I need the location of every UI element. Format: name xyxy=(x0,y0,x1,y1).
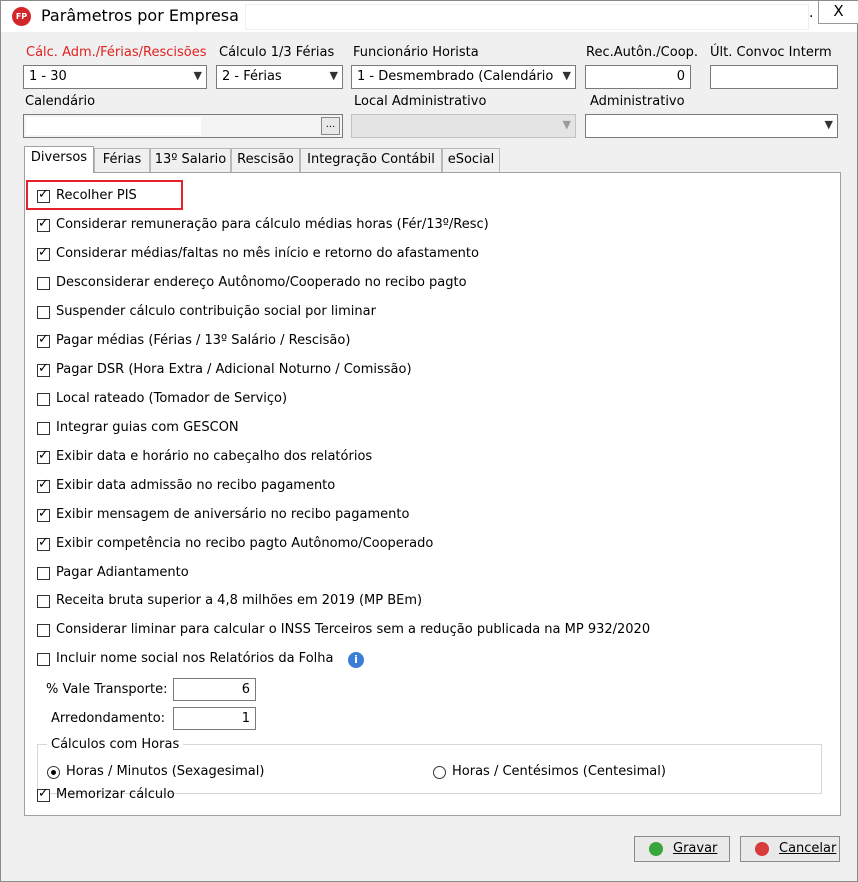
calc-terco-value: 2 - Férias xyxy=(222,69,282,84)
calc-adm-select[interactable]: 1 - 30 ▼ xyxy=(23,65,207,89)
title-redacted-area xyxy=(245,4,809,30)
rec-auton-value: 0 xyxy=(676,69,685,84)
cancelar-button[interactable]: Cancelar xyxy=(740,836,840,862)
checkbox-box[interactable] xyxy=(37,786,50,802)
tab-rescisao[interactable]: Rescisão xyxy=(231,148,300,172)
cancel-circle-icon xyxy=(755,842,769,856)
checkbox-label: Considerar remuneração para cálculo médi… xyxy=(56,217,489,232)
checkbox-box[interactable] xyxy=(37,477,50,493)
chevron-down-icon: ▼ xyxy=(562,69,571,82)
checkbox-box[interactable] xyxy=(37,506,50,522)
gravar-button[interactable]: Gravar xyxy=(634,836,730,862)
title-bar: FP Parâmetros por Empresa . X xyxy=(1,1,858,32)
tab-13-salario[interactable]: 13º Salario xyxy=(150,148,231,172)
checkbox-box[interactable] xyxy=(37,535,50,551)
calc-adm-label: Cálc. Adm./Férias/Rescisões xyxy=(26,45,207,60)
calc-adm-value: 1 - 30 xyxy=(29,69,67,84)
parametros-window: FP Parâmetros por Empresa . X Cálc. Adm.… xyxy=(0,0,858,882)
radio-sexagesimal[interactable] xyxy=(47,766,60,779)
checkbox-label: Local rateado (Tomador de Serviço) xyxy=(56,391,288,406)
administrativo-label: Administrativo xyxy=(590,94,685,109)
checkbox-box[interactable] xyxy=(37,216,50,232)
checkbox-label: Pagar médias (Férias / 13º Salário / Res… xyxy=(56,333,351,348)
tab-ferias[interactable]: Férias xyxy=(94,148,150,172)
checkbox-label: Incluir nome social nos Relatórios da Fo… xyxy=(56,651,334,666)
checkbox-label: Considerar médias/faltas no mês início e… xyxy=(56,246,479,261)
rec-auton-input[interactable]: 0 xyxy=(585,65,691,89)
checkbox-box[interactable] xyxy=(37,624,50,637)
checkbox-box[interactable] xyxy=(37,187,50,203)
checkbox-label: Exibir data e horário no cabeçalho dos r… xyxy=(56,449,373,464)
calendario-redacted xyxy=(26,117,201,135)
cancelar-label: Cancelar xyxy=(779,841,837,856)
func-horista-value: 1 - Desmembrado (Calendário xyxy=(357,69,554,84)
checkbox-label: Pagar DSR (Hora Extra / Adicional Noturn… xyxy=(56,362,412,377)
checkbox-box[interactable] xyxy=(37,245,50,261)
calc-terco-label: Cálculo 1/3 Férias xyxy=(219,45,335,60)
arredondamento-value: 1 xyxy=(241,711,250,726)
local-adm-label: Local Administrativo xyxy=(354,94,487,109)
vale-transporte-value: 6 xyxy=(241,682,250,697)
checkbox-label: Exibir data admissão no recibo pagamento xyxy=(56,478,336,493)
radio-sexagesimal-label: Horas / Minutos (Sexagesimal) xyxy=(66,764,265,779)
checkbox-box[interactable] xyxy=(37,306,50,319)
chevron-down-icon: ▼ xyxy=(562,118,571,131)
vale-transporte-input[interactable]: 6 xyxy=(173,678,256,701)
checkbox-label: Receita bruta superior a 4,8 milhões em … xyxy=(56,593,423,608)
local-adm-select[interactable]: ▼ xyxy=(351,114,576,138)
checkbox-box[interactable] xyxy=(37,422,50,435)
radio-centesimal-label: Horas / Centésimos (Centesimal) xyxy=(452,764,666,779)
checkbox-box[interactable] xyxy=(37,653,50,666)
checkbox-box[interactable] xyxy=(37,567,50,580)
chevron-down-icon: ▼ xyxy=(824,118,833,131)
chevron-down-icon: ▼ xyxy=(193,69,202,82)
info-icon[interactable]: i xyxy=(348,652,364,668)
calculos-horas-title: Cálculos com Horas xyxy=(47,737,184,752)
func-horista-label: Funcionário Horista xyxy=(353,45,479,60)
checkbox-label: Suspender cálculo contribuição social po… xyxy=(56,304,376,319)
gravar-label: Gravar xyxy=(673,841,718,856)
ult-convoc-label: Últ. Convoc Interm xyxy=(710,45,832,60)
tab-integracao-contabil[interactable]: Integração Contábil xyxy=(300,148,442,172)
calendario-label: Calendário xyxy=(25,94,96,109)
checkbox-box[interactable] xyxy=(37,595,50,608)
arredondamento-input[interactable]: 1 xyxy=(173,707,256,730)
checkbox-label: Desconsiderar endereço Autônomo/Cooperad… xyxy=(56,275,467,290)
close-button[interactable]: X xyxy=(818,1,858,24)
checkbox-label: Integrar guias com GESCON xyxy=(56,420,239,435)
calc-terco-select[interactable]: 2 - Férias ▼ xyxy=(216,65,343,89)
checkbox-label: Pagar Adiantamento xyxy=(56,565,189,580)
radio-centesimal[interactable] xyxy=(433,766,446,779)
calendario-lookup-button[interactable]: ... xyxy=(321,117,340,135)
app-logo-icon: FP xyxy=(12,7,31,26)
checkbox-label: Considerar liminar para calcular o INSS … xyxy=(56,622,651,637)
rec-auton-label: Rec.Autôn./Coop. xyxy=(586,45,699,60)
check-circle-icon xyxy=(649,842,663,856)
checkbox-label: Exibir mensagem de aniversário no recibo… xyxy=(56,507,410,522)
vale-transporte-label: % Vale Transporte: xyxy=(46,682,168,697)
checkbox-box[interactable] xyxy=(37,332,50,348)
checkbox-label: Memorizar cálculo xyxy=(56,787,175,802)
window-title: Parâmetros por Empresa xyxy=(41,6,239,25)
chevron-down-icon: ▼ xyxy=(329,69,338,82)
tab-esocial[interactable]: eSocial xyxy=(442,148,500,172)
checkbox-label: Recolher PIS xyxy=(56,188,137,203)
checkbox-label: Exibir competência no recibo pagto Autôn… xyxy=(56,536,434,551)
func-horista-select[interactable]: 1 - Desmembrado (Calendário ▼ xyxy=(351,65,576,89)
checkbox-box[interactable] xyxy=(37,361,50,377)
title-suffix: . xyxy=(809,5,814,21)
checkbox-box[interactable] xyxy=(37,393,50,406)
arredondamento-label: Arredondamento: xyxy=(51,711,166,726)
checkbox-box[interactable] xyxy=(37,277,50,290)
calendario-input[interactable]: ... xyxy=(23,114,343,138)
checkbox-box[interactable] xyxy=(37,448,50,464)
ult-convoc-input[interactable] xyxy=(710,65,838,89)
administrativo-select[interactable]: ▼ xyxy=(585,114,838,138)
tab-diversos[interactable]: Diversos xyxy=(24,146,94,173)
